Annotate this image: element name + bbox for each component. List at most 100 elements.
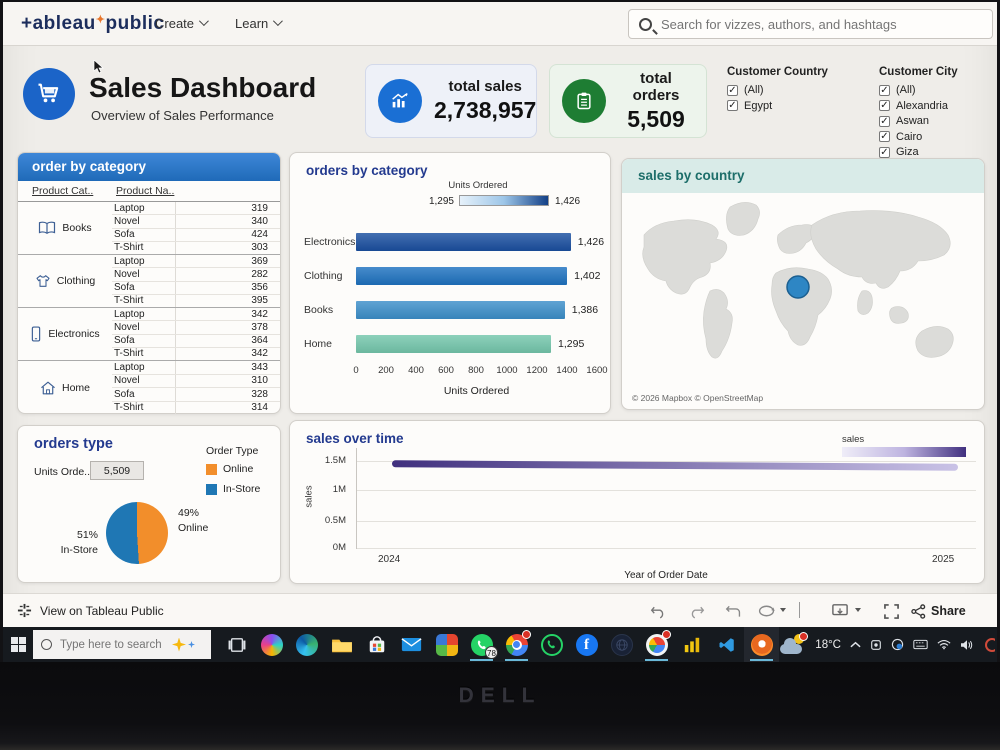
panel-title: sales over time bbox=[306, 431, 404, 446]
filter-option-giza[interactable]: ✓ Giza bbox=[879, 146, 958, 158]
redo-button[interactable] bbox=[685, 601, 707, 621]
tray-keyboard-icon[interactable] bbox=[913, 639, 928, 650]
bar-clothing[interactable] bbox=[356, 267, 568, 285]
table-row[interactable]: T-Shirt 303 bbox=[112, 241, 280, 254]
bar-value: 1,426 bbox=[577, 236, 605, 248]
chrome-icon-2[interactable] bbox=[639, 627, 674, 662]
whatsapp-icon[interactable]: 78 bbox=[464, 627, 499, 662]
col-product-name[interactable]: Product Na.. bbox=[116, 185, 174, 197]
map-attribution[interactable]: © 2026 Mapbox © OpenStreetMap bbox=[632, 393, 763, 403]
wifi-icon[interactable] bbox=[937, 639, 951, 650]
bar-books[interactable] bbox=[356, 301, 565, 319]
category-cell[interactable]: Clothing bbox=[18, 255, 112, 307]
share-button[interactable]: Share bbox=[931, 604, 966, 618]
category-cell[interactable]: Electronics bbox=[18, 308, 112, 360]
kpi-label: total orders bbox=[632, 69, 680, 104]
taskbar-search-input[interactable] bbox=[60, 638, 168, 651]
table-row[interactable]: Novel 340 bbox=[112, 215, 280, 229]
weather-icon[interactable] bbox=[780, 631, 809, 656]
orange-browser-icon[interactable] bbox=[744, 627, 779, 662]
tray-app-icon[interactable] bbox=[870, 639, 882, 651]
legend-gradient[interactable] bbox=[842, 447, 966, 457]
chrome-icon[interactable] bbox=[499, 627, 534, 662]
filter-option-alexandria[interactable]: ✓ Alexandria bbox=[879, 100, 958, 112]
tray-network-globe-icon[interactable] bbox=[891, 638, 904, 651]
fullscreen-button[interactable] bbox=[880, 601, 902, 621]
download-button[interactable] bbox=[829, 601, 851, 621]
table-row[interactable]: Sofa 364 bbox=[112, 334, 280, 348]
checkbox-checked-icon[interactable]: ✓ bbox=[879, 131, 890, 142]
orders-type-pie[interactable] bbox=[106, 502, 168, 564]
volume-icon[interactable] bbox=[960, 639, 974, 651]
table-row[interactable]: Laptop 319 bbox=[112, 202, 280, 216]
checkbox-checked-icon[interactable]: ✓ bbox=[727, 84, 738, 96]
bar-home[interactable] bbox=[356, 335, 552, 353]
bar-label: Books bbox=[304, 304, 334, 316]
table-row[interactable]: Sofa 424 bbox=[112, 228, 280, 242]
category-cell[interactable]: Books bbox=[18, 202, 112, 254]
search-bar[interactable] bbox=[628, 9, 993, 39]
globe-app-icon[interactable] bbox=[604, 627, 639, 662]
task-view-icon[interactable] bbox=[219, 627, 254, 662]
filter-option-all[interactable]: ✓ (All) bbox=[727, 84, 828, 96]
checkbox-checked-icon[interactable]: ✓ bbox=[879, 146, 890, 158]
col-product-category[interactable]: Product Cat.. bbox=[32, 185, 93, 197]
search-input[interactable] bbox=[661, 16, 982, 32]
temperature[interactable]: 18°C bbox=[815, 639, 841, 651]
file-explorer-icon[interactable] bbox=[324, 627, 359, 662]
filter-option-egypt[interactable]: ✓ Egypt bbox=[727, 100, 828, 112]
table-row[interactable]: Laptop 342 bbox=[112, 308, 280, 322]
filter-option-aswan[interactable]: ✓ Aswan bbox=[879, 115, 958, 127]
taskbar-search[interactable] bbox=[33, 630, 211, 659]
refresh-button[interactable] bbox=[755, 601, 777, 621]
nav-learn-menu[interactable]: Learn bbox=[235, 16, 284, 31]
share-icon[interactable] bbox=[907, 601, 929, 621]
bar-electronics[interactable] bbox=[356, 233, 571, 251]
facebook-icon[interactable]: f bbox=[569, 627, 604, 662]
undo-button[interactable] bbox=[647, 601, 669, 621]
table-row[interactable]: Sofa 328 bbox=[112, 388, 280, 402]
kpi-total-orders[interactable]: total orders 5,509 bbox=[549, 64, 707, 138]
legend-item-instore[interactable]: In-Store bbox=[206, 483, 260, 495]
checkbox-checked-icon[interactable]: ✓ bbox=[879, 100, 890, 111]
kpi-total-sales[interactable]: total sales 2,738,957 bbox=[365, 64, 537, 138]
table-row[interactable]: T-Shirt 314 bbox=[112, 401, 280, 414]
table-row[interactable]: Laptop 343 bbox=[112, 361, 280, 375]
whatsapp-icon-2[interactable] bbox=[534, 627, 569, 662]
checkbox-checked-icon[interactable]: ✓ bbox=[879, 84, 890, 96]
power-bi-icon[interactable] bbox=[674, 627, 709, 662]
table-row[interactable]: T-Shirt 342 bbox=[112, 347, 280, 360]
filter-option-cairo[interactable]: ✓ Cairo bbox=[879, 131, 958, 143]
table-row[interactable]: Sofa 356 bbox=[112, 281, 280, 295]
category-cell[interactable]: Home bbox=[18, 361, 112, 414]
table-row[interactable]: Novel 310 bbox=[112, 374, 280, 388]
tray-partial-icon[interactable] bbox=[983, 637, 995, 652]
legend-item-online[interactable]: Online bbox=[206, 463, 253, 475]
table-row[interactable]: Laptop 369 bbox=[112, 255, 280, 269]
table-row[interactable]: Novel 378 bbox=[112, 321, 280, 335]
tray-chevron-icon[interactable] bbox=[850, 641, 861, 649]
microsoft-store-icon[interactable] bbox=[359, 627, 394, 662]
online-swatch bbox=[206, 463, 217, 475]
view-on-tableau-public-link[interactable]: View on Tableau Public bbox=[17, 603, 164, 618]
start-button[interactable] bbox=[3, 627, 33, 662]
table-row[interactable]: Novel 282 bbox=[112, 268, 280, 282]
filter-option-all[interactable]: ✓ (All) bbox=[879, 84, 958, 96]
search-icon bbox=[41, 639, 52, 650]
checkbox-checked-icon[interactable]: ✓ bbox=[879, 115, 890, 127]
vscode-icon[interactable] bbox=[709, 627, 744, 662]
measure-value-box[interactable]: 5,509 bbox=[90, 461, 144, 480]
photos-icon[interactable] bbox=[429, 627, 464, 662]
copilot-icon[interactable] bbox=[254, 627, 289, 662]
revert-button[interactable] bbox=[722, 601, 744, 621]
checkbox-checked-icon[interactable]: ✓ bbox=[727, 100, 738, 111]
world-map[interactable] bbox=[626, 195, 980, 385]
download-dropdown-icon[interactable] bbox=[855, 608, 861, 612]
nav-create-menu[interactable]: Create bbox=[155, 16, 209, 31]
color-legend-gradient[interactable] bbox=[459, 195, 549, 206]
mail-icon[interactable] bbox=[394, 627, 429, 662]
tableau-public-logo[interactable]: +ableau✦public bbox=[21, 13, 164, 35]
refresh-dropdown-icon[interactable] bbox=[780, 608, 786, 612]
edge-icon[interactable] bbox=[289, 627, 324, 662]
table-row[interactable]: T-Shirt 395 bbox=[112, 294, 280, 307]
